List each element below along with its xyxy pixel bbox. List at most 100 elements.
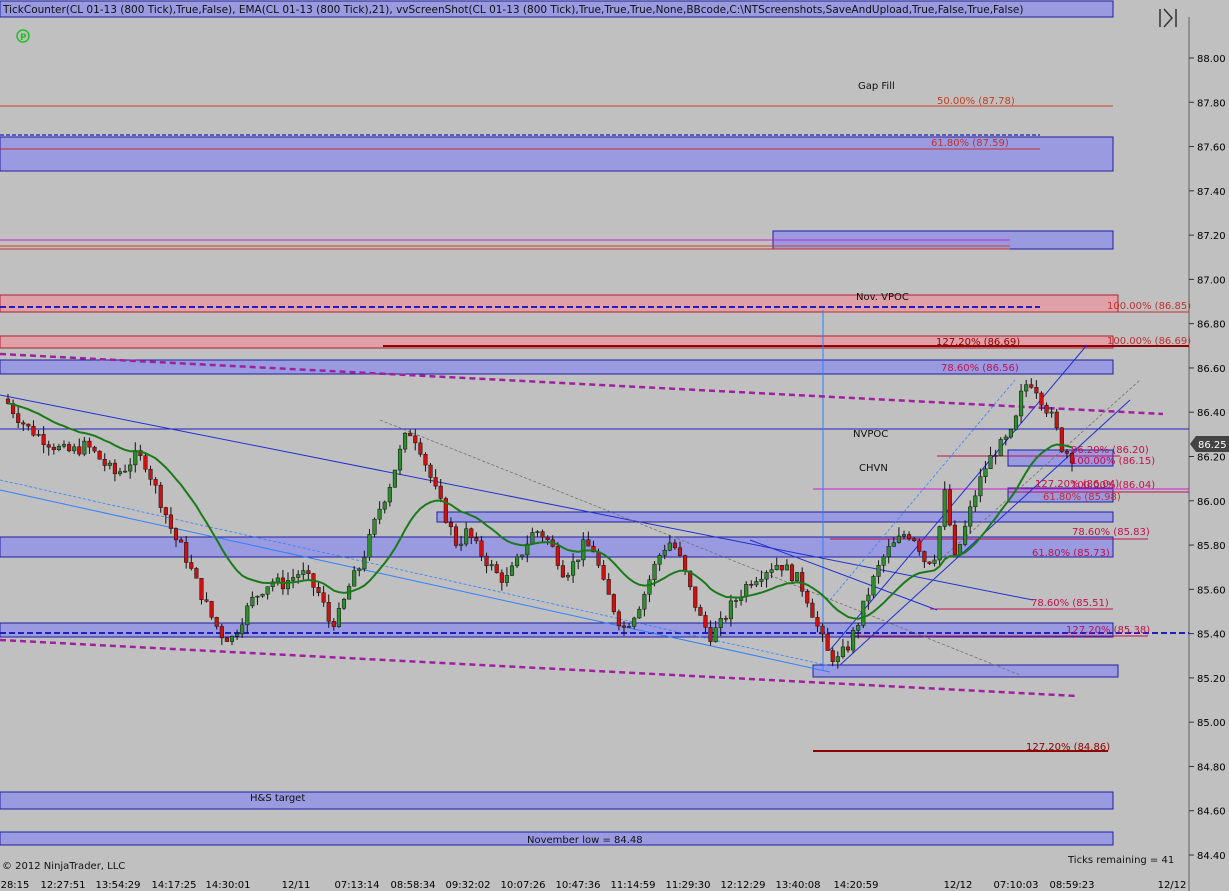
candle-body bbox=[647, 579, 652, 595]
candle-body bbox=[102, 458, 107, 466]
candle-body bbox=[1024, 384, 1029, 392]
candle-body bbox=[703, 615, 708, 628]
candle-body bbox=[789, 564, 795, 582]
candle-body bbox=[1044, 404, 1049, 414]
candle-body bbox=[942, 489, 947, 527]
y-tick-label: 85.40 bbox=[1197, 630, 1226, 641]
candle-body bbox=[173, 528, 179, 541]
candle-body bbox=[947, 489, 952, 526]
candle-body bbox=[92, 446, 97, 452]
annotation-november-low: November low = 84.48 bbox=[527, 835, 643, 846]
x-tick-label: 08:59:23 bbox=[1050, 880, 1095, 891]
zone-blue bbox=[436, 511, 1114, 523]
zone-blue bbox=[812, 664, 1119, 678]
candle-body bbox=[606, 579, 611, 595]
x-tick-label: 10:07:26 bbox=[501, 880, 546, 891]
candle-body bbox=[489, 564, 494, 567]
y-tick-label: 84.40 bbox=[1197, 851, 1226, 862]
candle-body bbox=[662, 550, 667, 556]
y-tick-label: 84.80 bbox=[1197, 762, 1226, 773]
x-tick-label: 07:13:14 bbox=[335, 880, 380, 891]
candle-body bbox=[596, 551, 601, 566]
candle-body bbox=[16, 413, 21, 423]
zone-blue bbox=[0, 791, 1114, 810]
candle-body bbox=[331, 621, 336, 627]
svg-text:P: P bbox=[20, 33, 27, 43]
y-tick-label: 84.60 bbox=[1197, 807, 1226, 818]
candle-body bbox=[509, 565, 515, 576]
candle-body bbox=[387, 486, 392, 503]
candle-body bbox=[1013, 415, 1019, 430]
candle-body bbox=[672, 542, 677, 549]
candle-body bbox=[469, 528, 474, 539]
annotation-gap-fill: Gap Fill bbox=[858, 81, 895, 92]
candle-body bbox=[377, 508, 382, 520]
candle-body bbox=[367, 534, 372, 558]
y-tick-label: 85.20 bbox=[1197, 674, 1226, 685]
y-tick-label: 86.60 bbox=[1197, 364, 1226, 375]
fib-level-label: 127.20% (84.86) bbox=[1026, 742, 1110, 753]
copyright-text: © 2012 NinjaTrader, LLC bbox=[2, 861, 125, 872]
candle-body bbox=[296, 574, 301, 578]
candle-body bbox=[851, 629, 856, 651]
candle-body bbox=[571, 561, 576, 576]
candle-body bbox=[733, 600, 739, 602]
fib-level-label: 100.00% (86.85) bbox=[1107, 301, 1191, 312]
candle-body bbox=[453, 526, 459, 546]
candle-body bbox=[825, 633, 830, 651]
x-tick-label: 10:47:36 bbox=[556, 880, 601, 891]
candle-body bbox=[275, 577, 280, 583]
candle-body bbox=[494, 564, 499, 574]
candle-body bbox=[912, 538, 917, 541]
ticks-remaining: Ticks remaining = 41 bbox=[1067, 855, 1174, 866]
candle-body bbox=[1064, 451, 1069, 454]
candle-body bbox=[316, 587, 321, 594]
candle-body bbox=[632, 617, 637, 627]
candle-body bbox=[952, 524, 957, 556]
candle-body bbox=[26, 423, 31, 427]
y-tick-label: 88.00 bbox=[1197, 54, 1226, 65]
candle-body bbox=[978, 476, 983, 497]
fib-level-label: 78.60% (86.56) bbox=[941, 363, 1019, 374]
candle-body bbox=[46, 444, 51, 448]
candle-body bbox=[901, 534, 907, 537]
y-tick-label: 87.20 bbox=[1197, 231, 1226, 242]
candle-body bbox=[886, 546, 891, 558]
candle-body bbox=[51, 446, 56, 450]
candle-body bbox=[21, 422, 26, 425]
fib-level-label: 50.00% (87.78) bbox=[937, 96, 1015, 107]
candle-body bbox=[459, 543, 464, 546]
candle-body bbox=[708, 627, 713, 643]
x-tick-label: 14:20:59 bbox=[834, 880, 879, 891]
candle-body bbox=[922, 551, 927, 563]
chart-background bbox=[0, 0, 1229, 891]
candle-body bbox=[229, 636, 235, 642]
candle-body bbox=[448, 522, 453, 528]
candle-body bbox=[983, 468, 988, 477]
candle-body bbox=[830, 650, 835, 662]
candle-body bbox=[291, 577, 296, 581]
candle-body bbox=[392, 469, 397, 488]
candle-body bbox=[718, 618, 723, 628]
candle-body bbox=[1019, 390, 1024, 417]
candle-body bbox=[107, 462, 112, 466]
candle-body bbox=[117, 471, 123, 475]
x-tick-label: 12/12 bbox=[944, 880, 973, 891]
candle-body bbox=[845, 646, 851, 651]
candle-body bbox=[97, 450, 102, 460]
x-axis: 28:15 12:27:51 13:54:29 14:17:25 14:30:01 12/… bbox=[1, 880, 1187, 891]
candle-body bbox=[642, 594, 647, 610]
x-tick-label: 09:32:02 bbox=[446, 880, 491, 891]
candle-body bbox=[123, 470, 128, 473]
candle-body bbox=[148, 468, 153, 480]
y-tick-label: 87.00 bbox=[1197, 275, 1226, 286]
candle-body bbox=[219, 626, 224, 639]
y-tick-label: 87.40 bbox=[1197, 187, 1226, 198]
candle-body bbox=[866, 594, 871, 602]
fib-level-label: 78.60% (85.83) bbox=[1072, 527, 1150, 538]
candle-body bbox=[565, 574, 571, 578]
candle-body bbox=[158, 484, 163, 508]
candle-body bbox=[723, 618, 728, 620]
candle-body bbox=[667, 542, 672, 551]
candle-body bbox=[499, 572, 504, 583]
